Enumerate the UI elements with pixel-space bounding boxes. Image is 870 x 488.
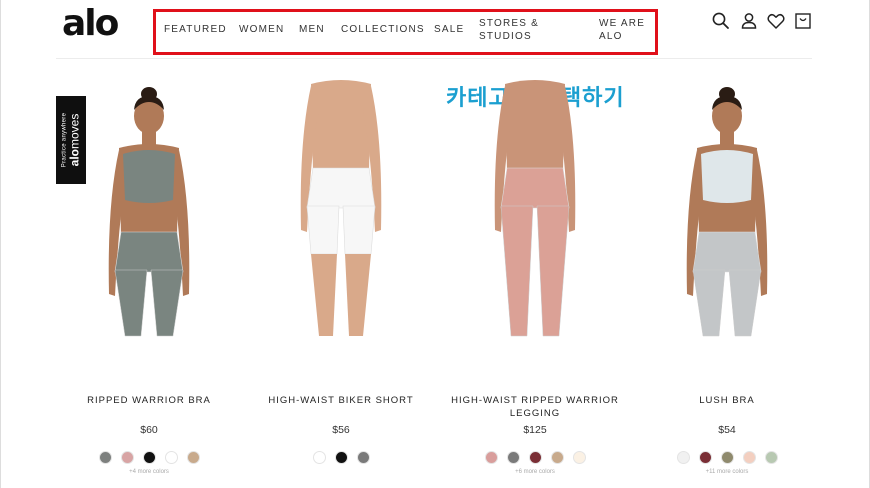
product-image[interactable] xyxy=(435,80,635,340)
color-swatch[interactable] xyxy=(764,451,778,464)
more-colors-link[interactable]: +4 more colors xyxy=(49,469,249,475)
color-swatch[interactable] xyxy=(572,451,586,464)
product-price: $54 xyxy=(718,424,736,436)
product-card: HIGH-WAIST RIPPED WARRIOR LEGGING $125 +… xyxy=(435,80,635,480)
color-swatches xyxy=(627,451,827,465)
color-swatch[interactable] xyxy=(312,451,326,464)
color-swatch[interactable] xyxy=(742,451,756,464)
cart-icon[interactable] xyxy=(793,11,813,31)
color-swatch[interactable] xyxy=(142,451,156,464)
color-swatch[interactable] xyxy=(120,451,134,464)
color-swatch[interactable] xyxy=(698,451,712,464)
more-colors-link[interactable]: +11 more colors xyxy=(627,469,827,475)
more-colors-link[interactable]: +6 more colors xyxy=(435,469,635,475)
color-swatch[interactable] xyxy=(164,451,178,464)
color-swatch[interactable] xyxy=(550,451,564,464)
product-card: RIPPED WARRIOR BRA $60 +4 more colors xyxy=(49,80,249,480)
product-image[interactable] xyxy=(627,80,827,340)
color-swatches xyxy=(435,451,635,465)
color-swatches xyxy=(49,451,249,465)
product-name[interactable]: RIPPED WARRIOR BRA xyxy=(49,394,249,407)
color-swatch[interactable] xyxy=(506,451,520,464)
color-swatch[interactable] xyxy=(528,451,542,464)
product-name[interactable]: HIGH-WAIST RIPPED WARRIOR LEGGING xyxy=(435,394,635,420)
color-swatch[interactable] xyxy=(720,451,734,464)
product-card: HIGH-WAIST BIKER SHORT $56 xyxy=(241,80,441,480)
site-header: alo FEATURED WOMEN MEN COLLECTIONS SALE … xyxy=(0,0,870,58)
wishlist-icon[interactable] xyxy=(766,11,786,31)
color-swatch[interactable] xyxy=(484,451,498,464)
product-name[interactable]: HIGH-WAIST BIKER SHORT xyxy=(241,394,441,407)
page-left-border xyxy=(0,0,1,488)
product-name-line: HIGH-WAIST RIPPED WARRIOR xyxy=(451,395,619,406)
product-price: $60 xyxy=(140,424,158,436)
color-swatch[interactable] xyxy=(676,451,690,464)
product-image[interactable] xyxy=(241,80,441,340)
product-name[interactable]: LUSH BRA xyxy=(627,394,827,407)
product-card: LUSH BRA $54 +11 more colors xyxy=(627,80,827,480)
nav-highlight-box xyxy=(153,9,658,55)
product-price: $56 xyxy=(332,424,350,436)
color-swatch[interactable] xyxy=(186,451,200,464)
search-icon[interactable] xyxy=(711,11,731,31)
product-price: $125 xyxy=(523,424,547,436)
color-swatch[interactable] xyxy=(334,451,348,464)
color-swatches xyxy=(241,451,441,465)
account-icon[interactable] xyxy=(739,11,759,31)
header-divider xyxy=(56,58,812,59)
color-swatch[interactable] xyxy=(356,451,370,464)
product-name-line: LEGGING xyxy=(509,408,561,419)
product-image[interactable] xyxy=(49,80,249,340)
color-swatch[interactable] xyxy=(98,451,112,464)
